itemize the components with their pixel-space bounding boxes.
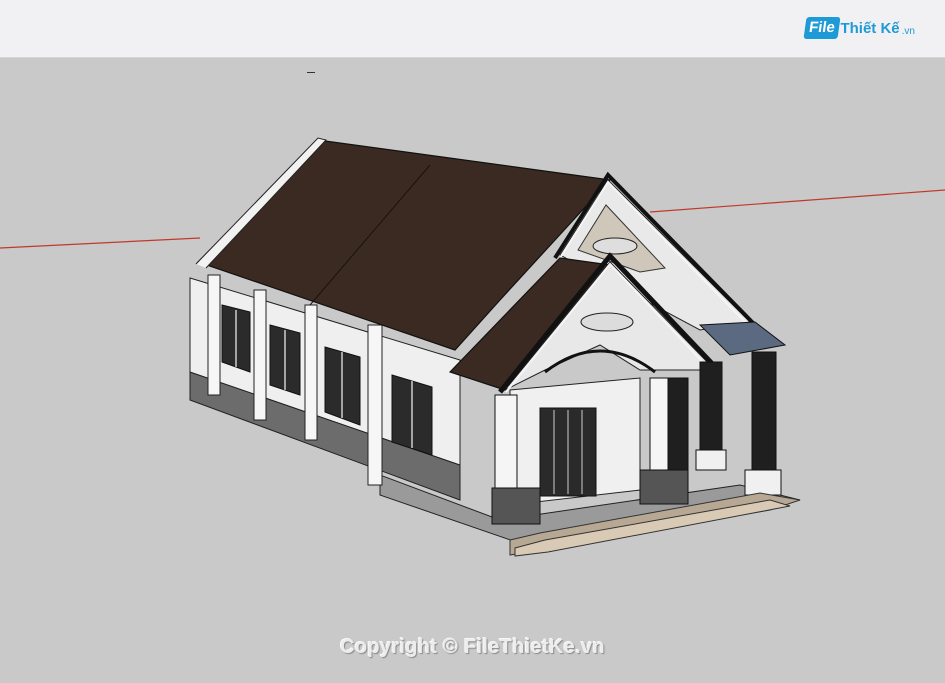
- 3d-viewport[interactable]: [0, 0, 945, 683]
- copyright-watermark: Copyright © FileThietKe.vn: [340, 636, 605, 658]
- red-axis-right: [649, 189, 945, 213]
- red-axis-left: [0, 237, 201, 249]
- porch-ornament: [580, 312, 634, 332]
- side-canopy: [698, 321, 787, 356]
- gable-ornament-upper: [592, 237, 638, 255]
